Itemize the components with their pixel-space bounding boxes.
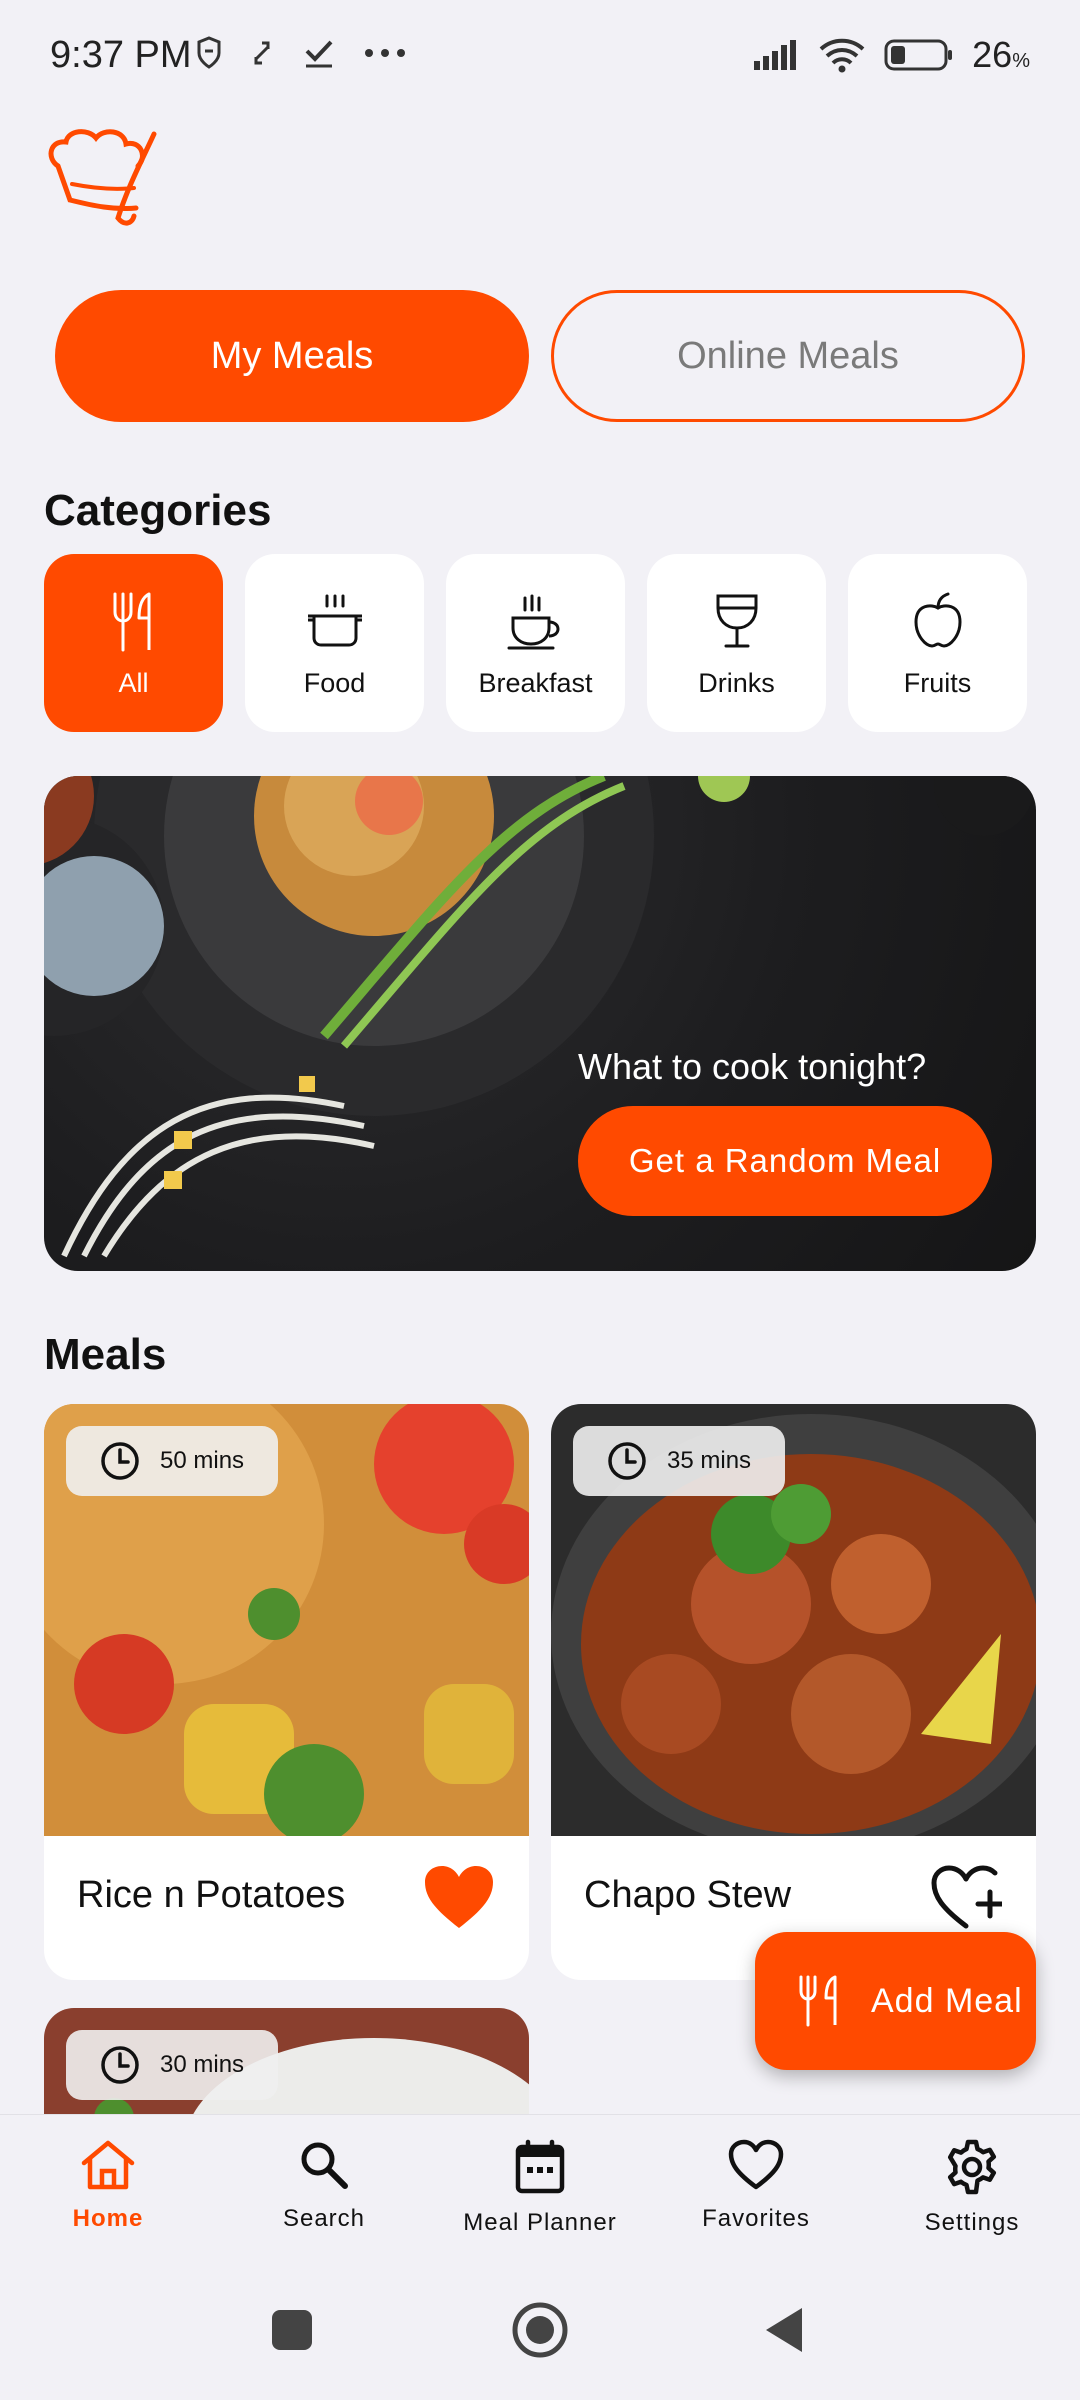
signal-icon bbox=[754, 40, 797, 70]
more-dots-icon bbox=[365, 49, 405, 57]
nav-label: Settings bbox=[924, 2209, 1020, 2236]
nav-label: Favorites bbox=[702, 2205, 810, 2232]
nav-label: Home bbox=[72, 2205, 144, 2232]
category-breakfast[interactable]: Breakfast bbox=[446, 554, 625, 732]
category-all[interactable]: All bbox=[44, 554, 223, 732]
add-meal-label: Add Meal bbox=[871, 1981, 1023, 2020]
pot-icon bbox=[307, 594, 362, 646]
category-label: Food bbox=[303, 667, 366, 698]
back-triangle-icon[interactable] bbox=[762, 2304, 806, 2356]
search-icon bbox=[301, 2142, 348, 2189]
online-meals-tab[interactable]: Online Meals bbox=[551, 290, 1025, 422]
cook-time: 50 mins bbox=[160, 1447, 245, 1474]
meal-card[interactable]: 50 mins Rice n Potatoes bbox=[44, 1404, 529, 1980]
system-navigation-bar bbox=[0, 2256, 1080, 2400]
apple-icon bbox=[913, 592, 962, 648]
random-meal-button[interactable]: Get a Random Meal bbox=[578, 1106, 992, 1216]
nav-favorites[interactable]: Favorites bbox=[656, 2139, 856, 2233]
category-label: Fruits bbox=[903, 667, 972, 698]
wine-glass-icon bbox=[716, 594, 757, 647]
notification-link-icon bbox=[254, 41, 270, 65]
recents-square-icon[interactable] bbox=[270, 2308, 314, 2352]
fork-knife-icon bbox=[799, 1975, 837, 2027]
battery-icon bbox=[884, 39, 953, 71]
meal-card[interactable]: 35 mins Chapo Stew bbox=[551, 1404, 1036, 1980]
fork-knife-icon bbox=[113, 592, 150, 651]
nav-search[interactable]: Search bbox=[224, 2139, 424, 2233]
home-icon bbox=[81, 2140, 135, 2190]
nav-label: Search bbox=[282, 2205, 366, 2232]
random-meal-question: What to cook tonight? bbox=[578, 1046, 927, 1087]
gear-icon bbox=[947, 2139, 997, 2195]
cook-time-badge: 30 mins bbox=[66, 2030, 278, 2100]
my-meals-tab[interactable]: My Meals bbox=[55, 290, 529, 422]
wifi-icon bbox=[819, 38, 865, 73]
nav-settings[interactable]: Settings bbox=[872, 2139, 1072, 2237]
battery-level: 26% bbox=[972, 34, 1030, 75]
status-time: 9:37 PM bbox=[50, 34, 192, 76]
meal-card[interactable]: 30 mins bbox=[44, 2008, 529, 2114]
categories-list: All Food Breakfast Drinks Fruits bbox=[44, 554, 1027, 732]
add-meal-button[interactable]: Add Meal bbox=[755, 1932, 1036, 2070]
clock-icon bbox=[608, 1442, 646, 1480]
category-label: All bbox=[118, 667, 149, 698]
cook-time: 35 mins bbox=[667, 1447, 752, 1474]
chef-hat-logo-icon bbox=[48, 129, 157, 226]
clock-icon bbox=[101, 1442, 139, 1480]
category-fruits[interactable]: Fruits bbox=[848, 554, 1027, 732]
cup-icon bbox=[507, 594, 559, 649]
heart-icon bbox=[728, 2139, 784, 2190]
favorite-add-icon[interactable] bbox=[930, 1864, 1002, 1930]
favorite-filled-icon[interactable] bbox=[423, 1864, 495, 1930]
calendar-icon bbox=[515, 2139, 565, 2194]
notification-check-icon bbox=[305, 40, 333, 68]
meals-title: Meals bbox=[44, 1330, 167, 1379]
categories-title: Categories bbox=[44, 486, 272, 535]
status-notification-icons bbox=[196, 36, 406, 70]
cook-time-badge: 35 mins bbox=[573, 1426, 785, 1496]
cook-time-badge: 50 mins bbox=[66, 1426, 278, 1496]
nav-home[interactable]: Home bbox=[8, 2139, 208, 2233]
category-drinks[interactable]: Drinks bbox=[647, 554, 826, 732]
status-system-icons: 26% bbox=[752, 34, 1030, 76]
cook-time: 30 mins bbox=[160, 2051, 245, 2078]
category-label: Breakfast bbox=[478, 667, 593, 698]
home-circle-icon[interactable] bbox=[510, 2300, 570, 2360]
meal-name: Rice n Potatoes bbox=[77, 1874, 346, 1916]
category-label: Drinks bbox=[698, 667, 775, 698]
clock-icon bbox=[101, 2046, 139, 2084]
nav-label: Meal Planner bbox=[463, 2209, 617, 2236]
status-bar: 9:37 PM 26% bbox=[0, 0, 1080, 110]
nav-meal-planner[interactable]: Meal Planner bbox=[440, 2139, 640, 2237]
notification-shield-icon bbox=[197, 36, 221, 69]
random-meal-banner: What to cook tonight? Get a Random Meal bbox=[44, 776, 1036, 1271]
bottom-navigation: Home Search Meal Planner Favorites Setti… bbox=[0, 2114, 1080, 2256]
category-food[interactable]: Food bbox=[245, 554, 424, 732]
meal-name: Chapo Stew bbox=[584, 1874, 792, 1916]
